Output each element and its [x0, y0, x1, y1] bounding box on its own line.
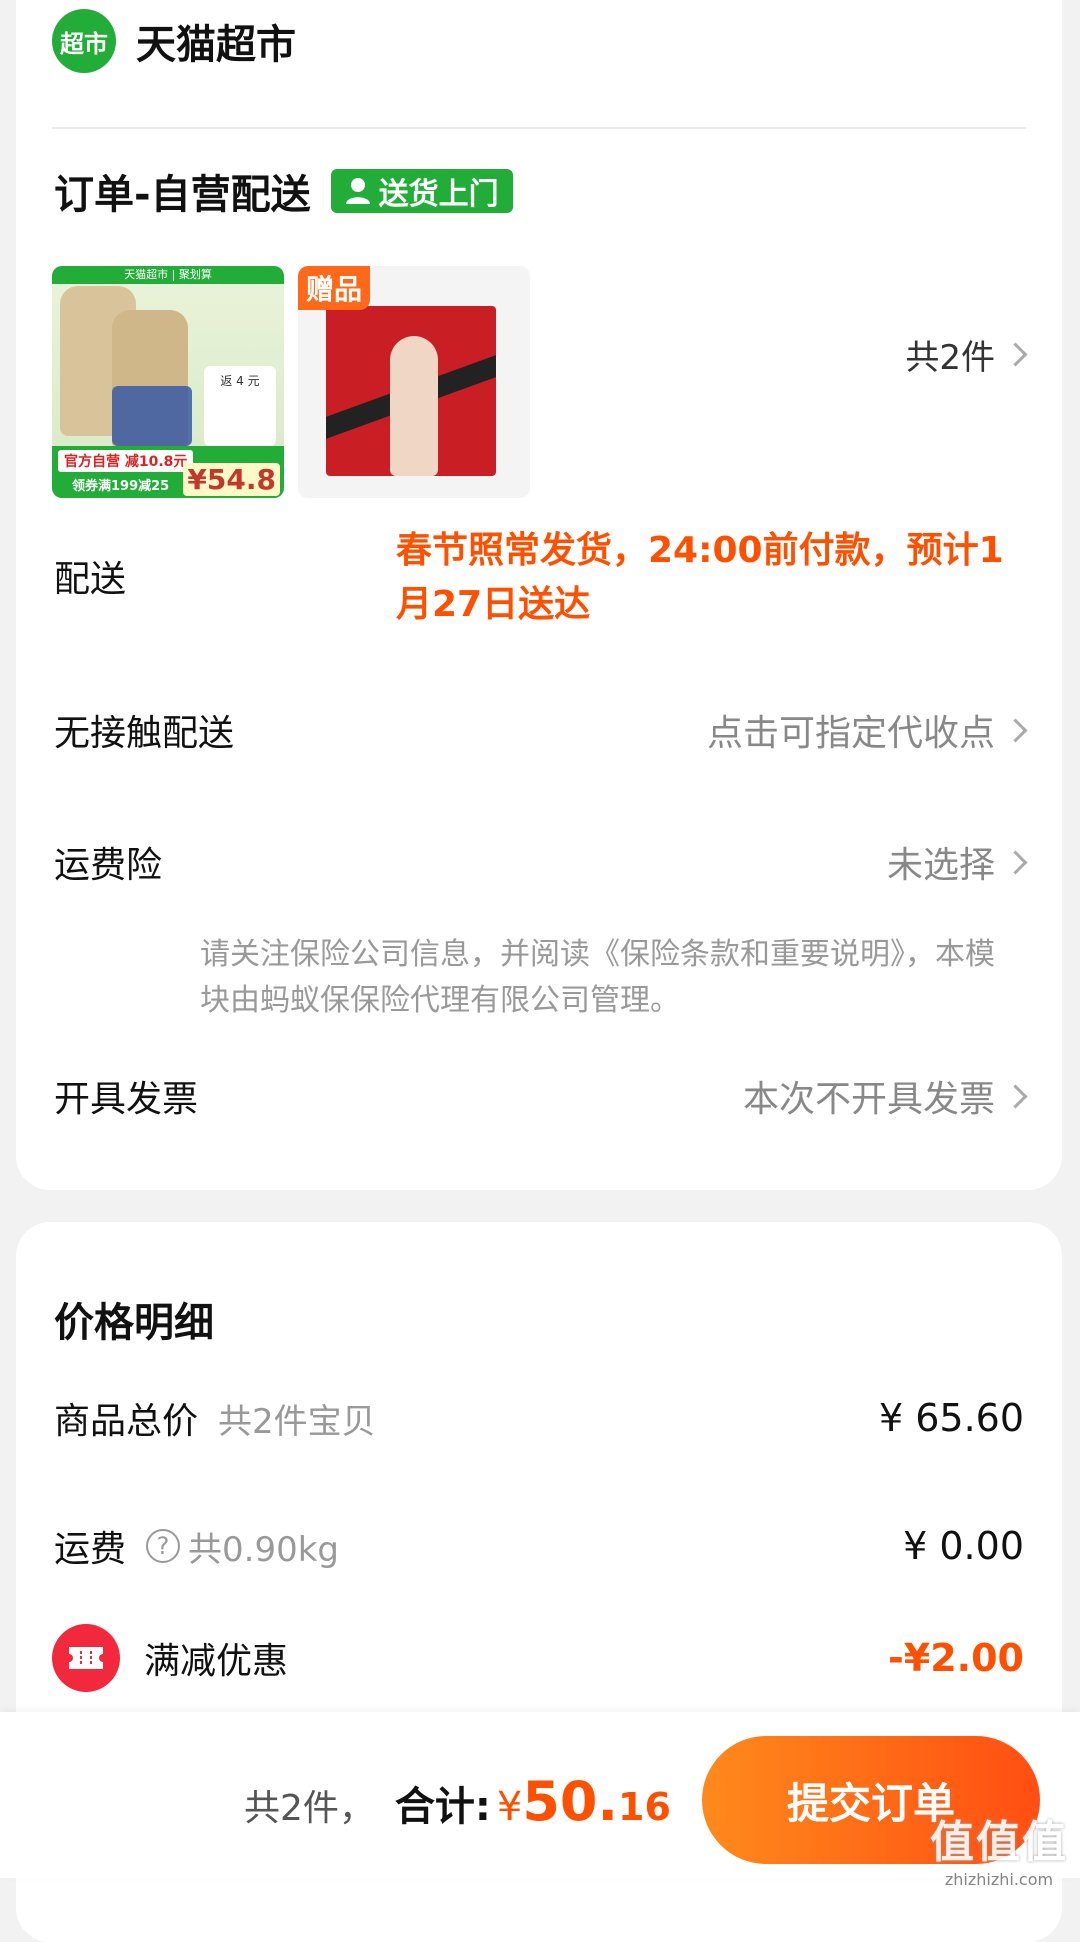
order-title: 订单-自营配送 送货上门: [54, 162, 513, 220]
product-promo-text: 官方自营 减10.8元: [58, 450, 194, 472]
chevron-right-icon: [1003, 342, 1028, 367]
rebate-badge: 返 4 元: [204, 366, 276, 446]
person-icon: [345, 178, 370, 204]
goods-total-amount: ¥ 65.60: [878, 1396, 1024, 1440]
discount-row: 满减优惠 -¥2.00: [52, 1624, 1024, 1692]
product-thumbnails[interactable]: 天猫超市 | 聚划算 返 4 元 官方自营 减10.8元 领券满199减25 ¥…: [52, 266, 544, 498]
delivery-tag: 送货上门: [330, 169, 513, 213]
ticket-icon: [69, 1647, 103, 1669]
shipping-fee-amount: ¥ 0.00: [903, 1524, 1024, 1568]
store-header[interactable]: 超市 天猫超市: [52, 6, 296, 76]
summary-count: 共2件，: [244, 1788, 375, 1829]
chevron-right-icon: [1003, 717, 1028, 743]
discount-label: 满减优惠: [144, 1641, 289, 1682]
shipping-fee-row: 运费 ? 共0.90kg ¥ 0.00: [54, 1516, 1024, 1576]
gift-label: 赠品: [298, 266, 371, 310]
contactless-value: 点击可指定代收点: [706, 713, 995, 754]
discount-amount: -¥2.00: [888, 1636, 1024, 1680]
goods-total-sub: 共2件宝贝: [218, 1401, 376, 1442]
shipping-fee-label: 运费: [54, 1529, 127, 1570]
invoice-selector[interactable]: 本次不开具发票: [742, 1070, 1028, 1122]
chevron-right-icon: [1003, 1083, 1028, 1109]
shipping-insurance-selector[interactable]: 未选择: [886, 836, 1028, 888]
order-title-text: 订单-自营配送: [54, 172, 311, 218]
shipping-insurance-value: 未选择: [886, 845, 995, 886]
product-image-rice[interactable]: 天猫超市 | 聚划算 返 4 元 官方自营 减10.8元 领券满199减25 ¥…: [52, 266, 284, 498]
contactless-selector[interactable]: 点击可指定代收点: [706, 704, 1028, 756]
summary-total-integer: 50.: [522, 1770, 619, 1833]
product-top-banner: 天猫超市 | 聚划算: [52, 266, 284, 284]
chevron-right-icon: [1003, 849, 1028, 875]
item-count-text: 共2件: [905, 338, 995, 378]
goods-total-label: 商品总价: [54, 1401, 199, 1442]
coupon-icon: [52, 1624, 120, 1692]
watermark-logo: 值值值: [930, 1817, 1068, 1868]
delivery-label: 配送: [54, 559, 127, 600]
summary-total-decimal: 16: [618, 1785, 671, 1829]
invoice-label: 开具发票: [54, 1079, 199, 1120]
price-section-title: 价格明细: [54, 1300, 214, 1346]
shipping-fee-detail: ? 共0.90kg: [146, 1522, 339, 1571]
divider: [52, 127, 1026, 129]
graduation-graphic: [112, 386, 192, 446]
watermark-url: zhizhizhi.com: [944, 1870, 1054, 1889]
order-card: 超市 天猫超市 订单-自营配送 送货上门 天猫超市 | 聚划算 返 4 元 官方…: [16, 0, 1062, 1190]
watermark: 值值值 zhizhizhi.com: [930, 1806, 1068, 1889]
order-summary: 共2件， 合计: ¥ 50. 16: [244, 1770, 671, 1833]
shipping-weight: 共0.90kg: [188, 1529, 339, 1570]
store-name: 天猫超市: [136, 22, 296, 68]
goods-total-row: 商品总价 共2件宝贝 ¥ 65.60: [54, 1388, 1024, 1448]
insurance-notice[interactable]: 请关注保险公司信息，并阅读《保险条款和重要说明》，本模块由蚂蚁保保险代理有限公司…: [200, 932, 1000, 1024]
product-price-text: ¥54.8: [183, 463, 280, 496]
delivery-info: 春节照常发货，24:00前付款，预计1月27日送达: [396, 530, 1004, 625]
product-image-gift[interactable]: 赠品: [298, 266, 530, 498]
contactless-label: 无接触配送: [54, 713, 235, 754]
checkout-bar: 共2件， 合计: ¥ 50. 16 提交订单 值值值 zhizhizhi.com: [0, 1712, 1080, 1889]
summary-total-label: 合计:: [394, 1784, 491, 1830]
gift-box-person: [390, 336, 438, 476]
shipping-insurance-label: 运费险: [54, 845, 163, 886]
invoice-value: 本次不开具发票: [742, 1079, 995, 1120]
question-icon[interactable]: ?: [146, 1529, 181, 1563]
product-coupon-text: 领券满199减25: [72, 479, 170, 494]
tmall-supermarket-logo-icon: 超市: [52, 9, 116, 73]
delivery-tag-label: 送货上门: [378, 177, 499, 212]
item-count-link[interactable]: 共2件: [905, 330, 1028, 379]
summary-currency: ¥: [496, 1784, 523, 1830]
